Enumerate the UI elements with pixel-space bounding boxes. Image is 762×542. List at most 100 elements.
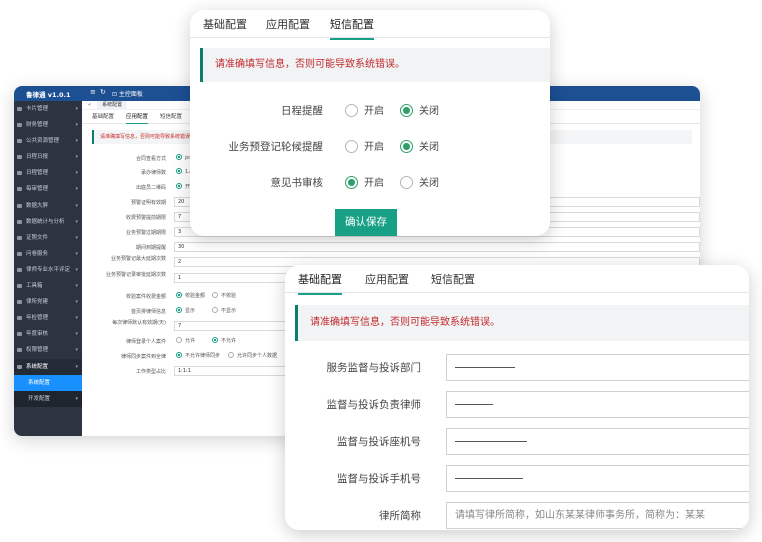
setting-label: 业务预登记轮候提醒 <box>228 141 324 153</box>
field-label: 业务预警记最大延期次数 <box>110 256 166 262</box>
sidebar-item-label: 律师专业水平评定 <box>26 266 71 273</box>
card1-tabs: 基础配置 应用配置 短信配置 <box>190 10 550 40</box>
radio-label: 不允许律师同步 <box>185 353 221 359</box>
sidebar-item-label: 权限管理 <box>26 347 49 354</box>
radio-label: 不显示 <box>221 308 237 314</box>
text-field[interactable] <box>446 391 749 418</box>
sidebar-item[interactable]: 系统配置 <box>14 374 82 391</box>
radio-on-option[interactable]: 开启 <box>345 102 384 117</box>
sidebar-item[interactable]: 工具箱 ▾ <box>14 278 82 294</box>
radio-label: 开启 <box>364 178 384 189</box>
field-label: 校验案件收费金额 <box>125 294 166 300</box>
radio-option[interactable]: 显示 <box>176 307 195 314</box>
field-label: 首页排律师信息 <box>130 309 166 315</box>
tab-1[interactable]: 应用配置 <box>266 16 310 32</box>
radio-option[interactable]: 允许 <box>176 337 195 344</box>
field-label: 业务预警记录审批延期次数 <box>106 272 167 278</box>
sidebar-item[interactable]: 律师专业水平评定 ▾ <box>14 262 82 278</box>
app-title: 鲁律通 v1.0.1 <box>26 91 71 99</box>
field-label: 监督与投诉手机号 <box>337 473 421 485</box>
sidebar-item[interactable]: 数据大屏 ▾ <box>14 198 82 214</box>
sidebar-item[interactable]: 问卷服务 ▾ <box>14 246 82 262</box>
sidebar-item[interactable]: 年检管理 ▾ <box>14 310 82 326</box>
sidebar-item[interactable]: 每审管理 ▾ <box>14 181 82 197</box>
radio-label: 校验金额 <box>185 293 206 299</box>
radio-icon <box>345 140 358 153</box>
radio-icon <box>345 104 358 117</box>
field-label: 合同查看方式 <box>135 156 166 162</box>
menu-item-icon <box>17 155 22 160</box>
tab-1[interactable]: 应用配置 <box>126 114 149 124</box>
field-label: 每次律师默认有效期(天) <box>112 320 166 326</box>
tab-2[interactable]: 短信配置 <box>330 16 374 40</box>
tab-0[interactable]: 基础配置 <box>298 271 342 295</box>
radio-option[interactable]: 不显示 <box>212 307 236 314</box>
home-tab[interactable]: ⊡ 主控面板 <box>112 89 143 98</box>
radio-icon <box>176 154 182 160</box>
tab-2[interactable]: 短信配置 <box>431 271 475 287</box>
field-label: 服务监督与投诉部门 <box>326 362 422 374</box>
menu-item-icon <box>17 316 22 321</box>
chevron-down-icon: ▾ <box>75 138 78 145</box>
tab-1[interactable]: 应用配置 <box>365 271 409 287</box>
breadcrumb-tab[interactable]: 系统配置 <box>97 101 128 110</box>
text-field[interactable] <box>446 465 749 492</box>
sidebar-item[interactable]: 财务管理 ▾ <box>14 117 82 133</box>
sidebar-item[interactable]: 数据统计与分析 ▾ <box>14 214 82 230</box>
menu-toggle-icon[interactable]: ≡ <box>90 88 96 96</box>
config-input[interactable]: 30 <box>174 242 700 252</box>
sidebar-item[interactable]: 年度审核 ▾ <box>14 326 82 342</box>
chevron-down-icon: ▾ <box>75 234 78 241</box>
radio-option[interactable]: 不允许 <box>212 337 236 344</box>
radio-label: 允许 <box>185 338 196 344</box>
refresh-icon[interactable]: ↻ <box>100 88 106 96</box>
chevron-down-icon: ▾ <box>75 395 78 402</box>
card2-tabs: 基础配置 应用配置 短信配置 <box>285 265 749 295</box>
chevron-down-icon: ▾ <box>75 218 78 225</box>
radio-on-option[interactable]: 开启 <box>345 138 384 153</box>
radio-icon <box>400 140 413 153</box>
field-label: 收费预警提前期限 <box>125 215 166 221</box>
radio-option[interactable]: 校验金额 <box>176 292 205 299</box>
sidebar-item-label: 日程日报 <box>26 154 49 161</box>
tab-2[interactable]: 短信配置 <box>160 114 182 120</box>
chevron-down-icon: ▾ <box>75 363 78 370</box>
field-label: 工作类型占比 <box>135 369 166 375</box>
admin-form-row: 期间到期提醒 30 <box>82 242 700 253</box>
radio-off-option[interactable]: 关闭 <box>400 174 439 189</box>
menu-item-icon <box>17 187 22 192</box>
radio-option[interactable]: 不允许律师同步 <box>176 352 220 359</box>
sidebar-item-label: 数据统计与分析 <box>26 218 65 225</box>
save-button[interactable]: 确认保存 <box>335 209 397 236</box>
text-field[interactable] <box>446 428 749 455</box>
chevron-down-icon: ▾ <box>75 315 78 322</box>
sidebar-item[interactable]: 卡片管理 ▾ <box>14 101 82 117</box>
menu-item-icon <box>17 107 22 111</box>
radio-option[interactable]: 不校验 <box>212 292 236 299</box>
text-field[interactable]: 请填写律所简称，如山东某某律师事务所，简称为：某某 <box>446 502 749 529</box>
chevron-down-icon: ▾ <box>75 250 78 257</box>
sidebar-item[interactable]: 证照文件 ▾ <box>14 230 82 246</box>
card2-warning: 请准确填写信息，否则可能导致系统错误。 <box>295 305 749 341</box>
chevron-down-icon: ▾ <box>75 106 78 112</box>
radio-option[interactable]: 允许同步个人数据 <box>228 352 277 359</box>
sidebar-item-label: 系统配置 <box>28 379 51 386</box>
sidebar-item[interactable]: 日程管理 ▾ <box>14 165 82 181</box>
radio-on-option[interactable]: 开启 <box>345 174 384 189</box>
sidebar-item[interactable]: 律所党建 ▾ <box>14 294 82 310</box>
sidebar-item[interactable]: 系统配置 ▾ <box>14 358 82 375</box>
tab-0[interactable]: 基础配置 <box>203 16 247 32</box>
radio-off-option[interactable]: 关闭 <box>400 102 439 117</box>
radio-off-option[interactable]: 关闭 <box>400 138 439 153</box>
sidebar-item[interactable]: 权限管理 ▾ <box>14 342 82 358</box>
sidebar-item-label: 每审管理 <box>26 186 49 193</box>
sidebar-item[interactable]: 日程日报 ▾ <box>14 149 82 165</box>
field-label: 律师同步案件到全律 <box>120 354 166 360</box>
sidebar-item[interactable]: 开发配置 ▾ <box>14 390 82 407</box>
tab-0[interactable]: 基础配置 <box>92 114 114 120</box>
menu-item-icon <box>17 251 22 256</box>
setting-label: 日程提醒 <box>281 105 323 117</box>
chevron-down-icon: ▾ <box>75 283 78 290</box>
sidebar-item[interactable]: 公共资源管理 ▾ <box>14 133 82 149</box>
text-field[interactable] <box>446 354 749 381</box>
